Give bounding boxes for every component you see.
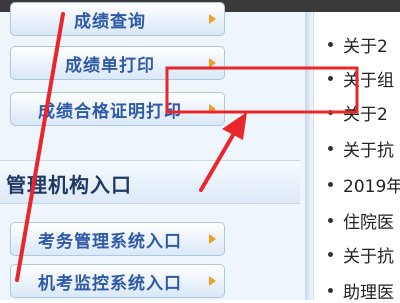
annotation-line	[15, 12, 65, 282]
red-annotation-overlay	[15, 12, 359, 282]
annotation-arrow-shaft	[199, 133, 235, 192]
highlight-box	[165, 66, 359, 114]
